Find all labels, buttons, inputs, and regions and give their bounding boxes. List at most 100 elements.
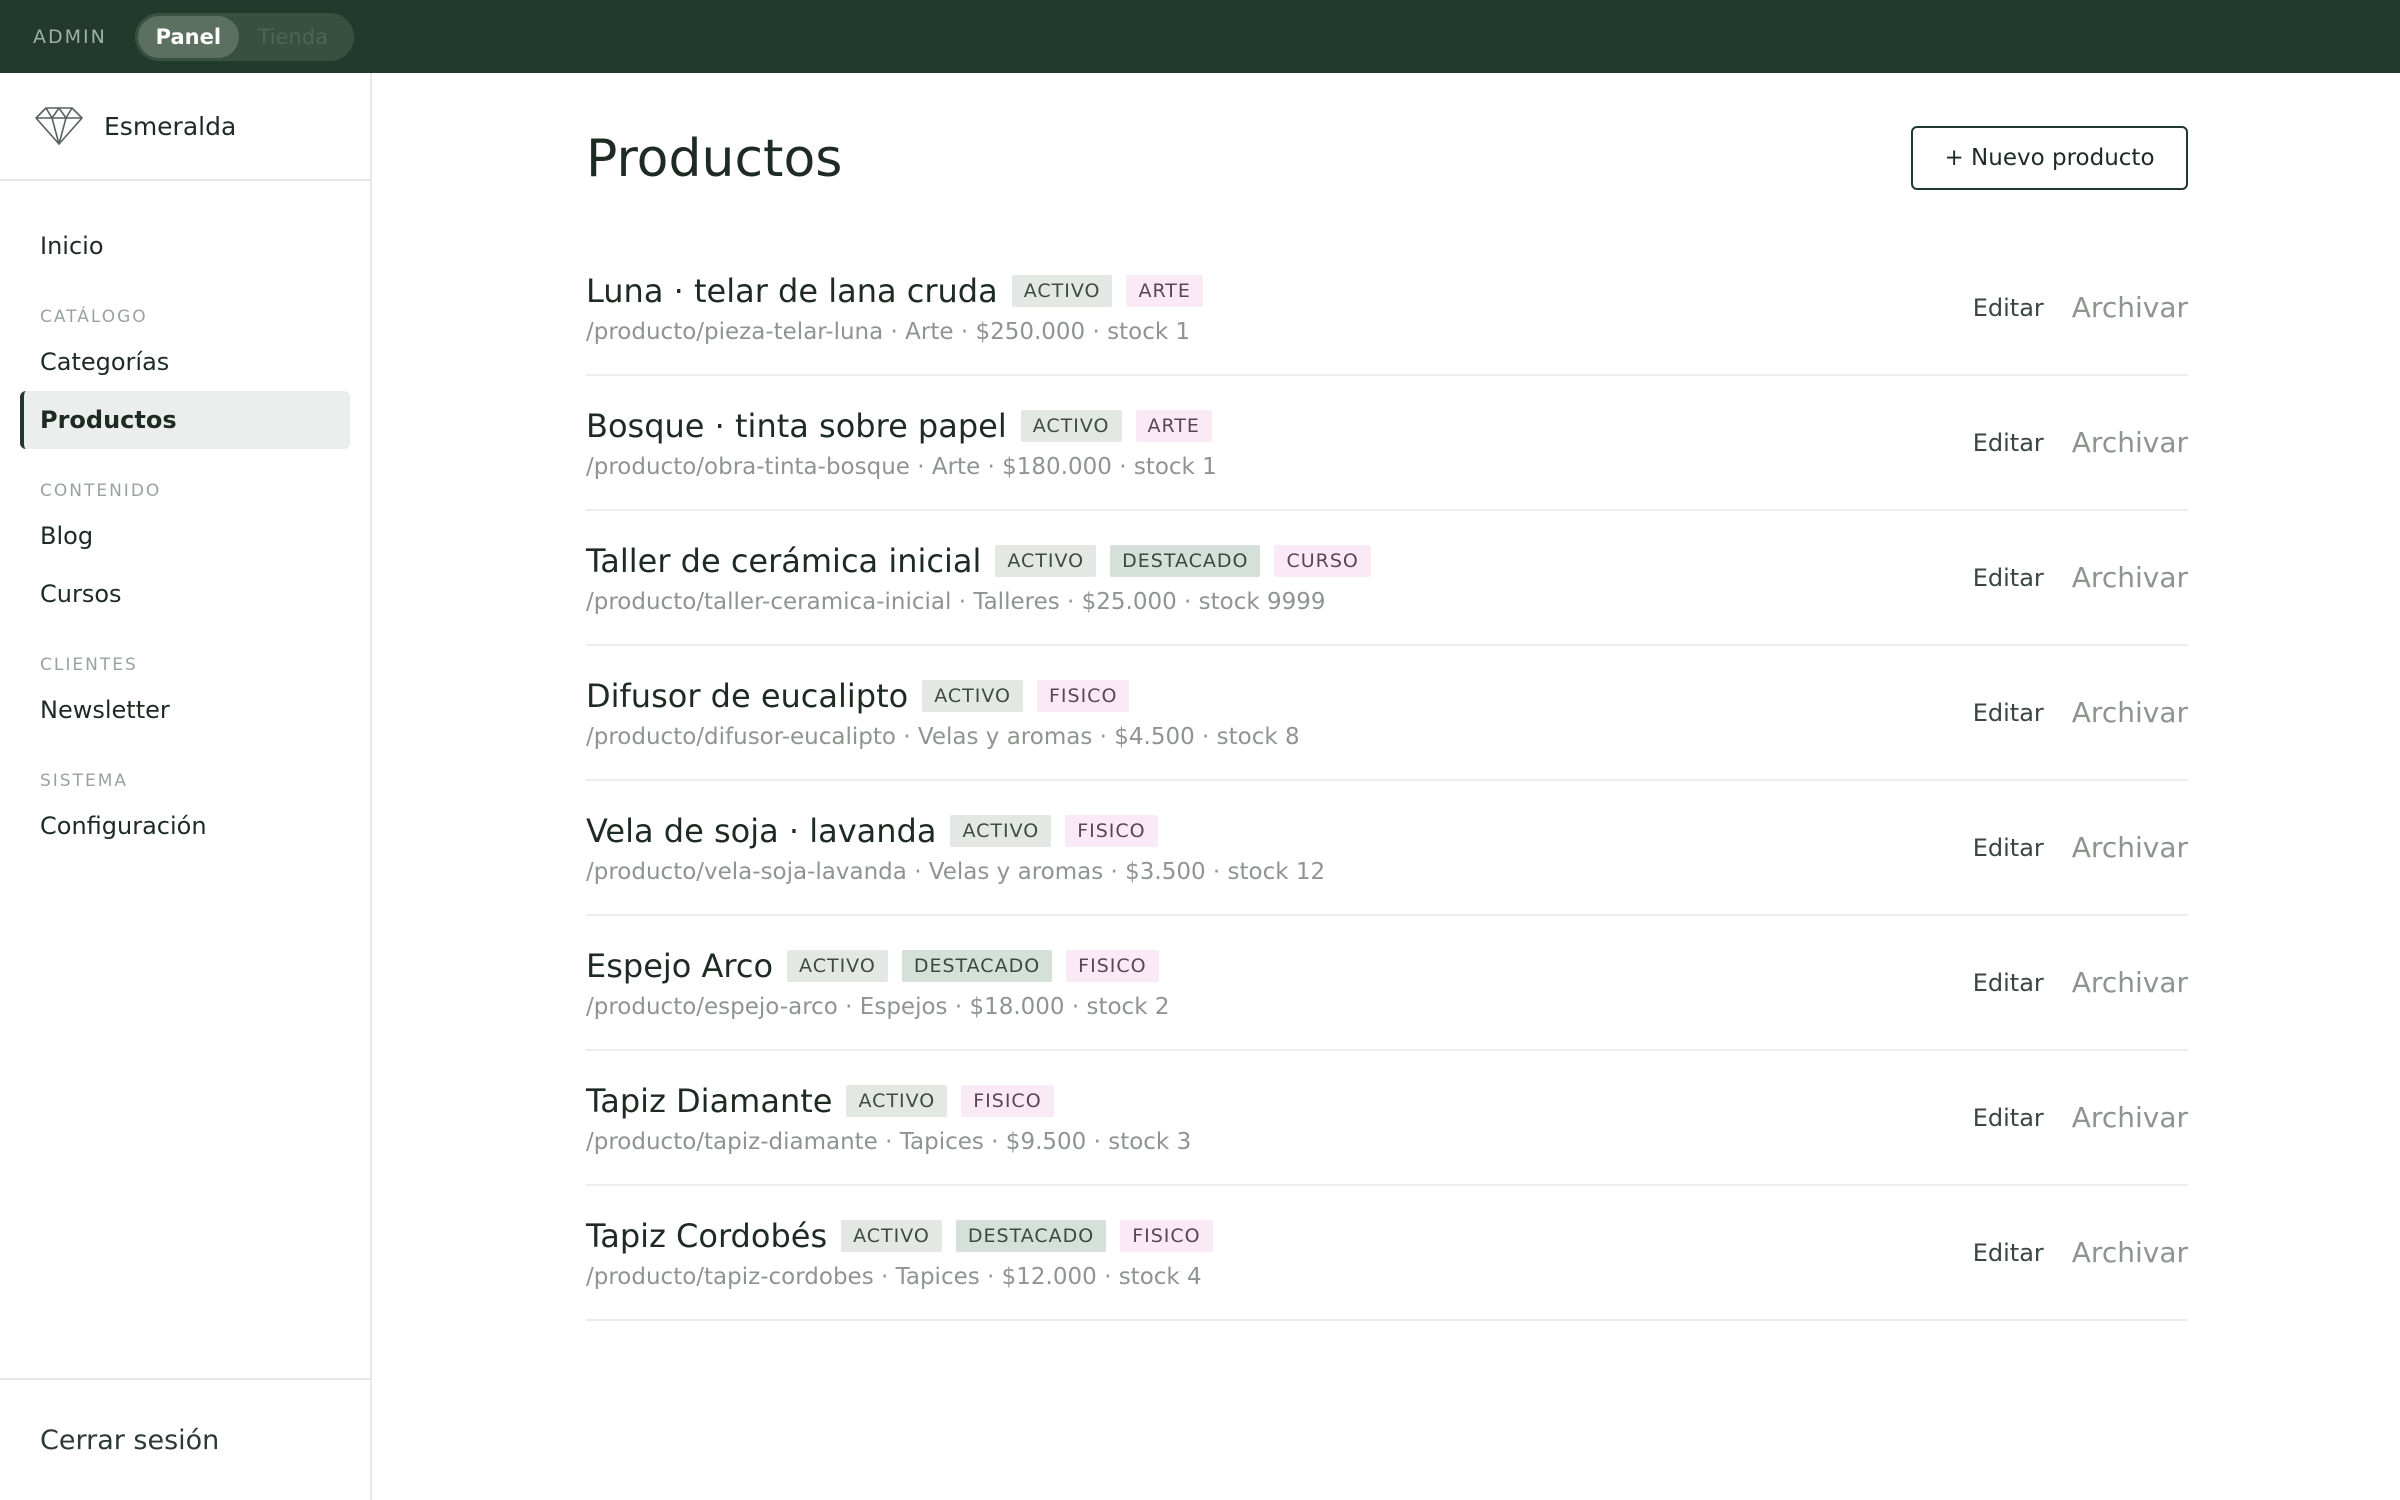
product-badges: ACTIVO DESTACADO FISICO <box>841 1219 1227 1252</box>
status-badge: ACTIVO <box>1011 274 1113 307</box>
product-header: Tapiz Cordobés ACTIVO DESTACADO FISICO <box>586 1216 1973 1256</box>
product-meta: /producto/difusor-eucalipto · Velas y ar… <box>586 723 1300 750</box>
product-meta: /producto/obra-tinta-bosque · Arte · $18… <box>586 453 1217 480</box>
edit-product-link[interactable]: Editar <box>1973 294 2044 322</box>
admin-label: ADMIN <box>33 25 107 48</box>
product-row: Taller de cerámica inicial ACTIVO DESTACAD… <box>586 511 2188 646</box>
sidebar-item-categories[interactable]: Categorías <box>20 333 350 391</box>
product-name[interactable]: Vela de soja · lavanda <box>586 812 936 850</box>
type-badge: ARTE <box>1135 409 1212 442</box>
product-name[interactable]: Tapiz Cordobés <box>586 1217 827 1255</box>
archive-product-link[interactable]: Archivar <box>2072 696 2188 729</box>
product-header: Tapiz Diamante ACTIVO FISICO <box>586 1081 1973 1121</box>
edit-product-link[interactable]: Editar <box>1973 1239 2044 1267</box>
product-header: Vela de soja · lavanda ACTIVO FISICO <box>586 811 1973 851</box>
featured-badge: DESTACADO <box>901 949 1053 982</box>
product-info: Tapiz Cordobés ACTIVO DESTACADO FISICO/prod… <box>586 1216 1973 1290</box>
archive-product-link[interactable]: Archivar <box>2072 966 2188 999</box>
product-badges: ACTIVO FISICO <box>922 679 1143 712</box>
type-badge: FISICO <box>1120 1219 1213 1252</box>
product-meta: /producto/taller-ceramica-inicial · Tall… <box>586 588 1326 615</box>
product-list: Luna · telar de lana cruda ACTIVO ARTE/pro… <box>586 241 2188 1321</box>
page-header: Productos + Nuevo producto <box>586 73 2188 241</box>
product-header: Bosque · tinta sobre papel ACTIVO ARTE <box>586 406 1973 446</box>
archive-product-link[interactable]: Archivar <box>2072 831 2188 864</box>
status-badge: ACTIVO <box>922 679 1023 712</box>
page-title: Productos <box>586 129 843 189</box>
archive-product-link[interactable]: Archivar <box>2072 291 2188 324</box>
edit-product-link[interactable]: Editar <box>1973 969 2044 997</box>
type-badge: CURSO <box>1274 544 1371 577</box>
archive-product-link[interactable]: Archivar <box>2072 1236 2188 1269</box>
sidebar-item-home[interactable]: Inicio <box>20 217 350 275</box>
product-actions: Editar Archivar <box>1973 696 2188 729</box>
type-badge: ARTE <box>1126 274 1203 307</box>
archive-product-link[interactable]: Archivar <box>2072 426 2188 459</box>
product-meta: /producto/espejo-arco · Espejos · $18.00… <box>586 993 1170 1020</box>
sidebar-section-content: CONTENIDO <box>40 481 162 501</box>
edit-product-link[interactable]: Editar <box>1973 1104 2044 1132</box>
product-name[interactable]: Difusor de eucalipto <box>586 677 908 715</box>
mode-panel-button[interactable]: Panel <box>137 15 239 58</box>
product-meta: /producto/tapiz-diamante · Tapices · $9.… <box>586 1128 1192 1155</box>
product-info: Luna · telar de lana cruda ACTIVO ARTE/pro… <box>586 271 1973 345</box>
product-info: Espejo Arco ACTIVO DESTACADO FISICO/product… <box>586 946 1973 1020</box>
status-badge: ACTIVO <box>841 1219 942 1252</box>
edit-product-link[interactable]: Editar <box>1973 699 2044 727</box>
product-actions: Editar Archivar <box>1973 561 2188 594</box>
main-content: Productos + Nuevo producto Luna · telar … <box>586 73 2188 1321</box>
product-name[interactable]: Bosque · tinta sobre papel <box>586 407 1007 445</box>
sidebar-item-blog[interactable]: Blog <box>20 507 350 565</box>
status-badge: ACTIVO <box>846 1084 948 1117</box>
type-badge: FISICO <box>1065 814 1158 847</box>
status-badge: ACTIVO <box>950 814 1052 847</box>
edit-product-link[interactable]: Editar <box>1973 834 2044 862</box>
product-name[interactable]: Espejo Arco <box>586 947 773 985</box>
product-actions: Editar Archivar <box>1973 966 2188 999</box>
status-badge: ACTIVO <box>1020 409 1122 442</box>
sidebar-item-settings[interactable]: Configuración <box>20 797 350 855</box>
top-bar: ADMIN Panel Tienda <box>0 0 2400 73</box>
product-meta: /producto/pieza-telar-luna · Arte · $250… <box>586 318 1191 345</box>
product-actions: Editar Archivar <box>1973 1236 2188 1269</box>
product-badges: ACTIVO DESTACADO CURSO <box>995 544 1385 577</box>
archive-product-link[interactable]: Archivar <box>2072 1101 2188 1134</box>
featured-badge: DESTACADO <box>1110 544 1261 577</box>
product-info: Tapiz Diamante ACTIVO FISICO/producto/tapi… <box>586 1081 1973 1155</box>
featured-badge: DESTACADO <box>955 1219 1107 1252</box>
archive-product-link[interactable]: Archivar <box>2072 561 2188 594</box>
sidebar: Esmeralda Inicio CATÁLOGO Categorías Pro… <box>0 73 372 1500</box>
product-badges: ACTIVO ARTE <box>1020 409 1226 442</box>
product-info: Bosque · tinta sobre papel ACTIVO ARTE/pro… <box>586 406 1973 480</box>
sidebar-item-newsletter[interactable]: Newsletter <box>20 681 350 739</box>
logout-button[interactable]: Cerrar sesión <box>0 1378 370 1500</box>
product-info: Difusor de eucalipto ACTIVO FISICO/product… <box>586 676 1973 750</box>
type-badge: FISICO <box>1036 679 1130 712</box>
product-header: Espejo Arco ACTIVO DESTACADO FISICO <box>586 946 1973 986</box>
product-actions: Editar Archivar <box>1973 831 2188 864</box>
status-badge: ACTIVO <box>995 544 1097 577</box>
product-row: Tapiz Cordobés ACTIVO DESTACADO FISICO/prod… <box>586 1186 2188 1321</box>
product-badges: ACTIVO FISICO <box>846 1084 1067 1117</box>
product-name[interactable]: Luna · telar de lana cruda <box>586 272 998 310</box>
edit-product-link[interactable]: Editar <box>1973 429 2044 457</box>
sidebar-item-products[interactable]: Productos <box>20 391 350 449</box>
product-badges: ACTIVO FISICO <box>950 814 1171 847</box>
product-name[interactable]: Taller de cerámica inicial <box>586 542 981 580</box>
product-row: Vela de soja · lavanda ACTIVO FISICO/produ… <box>586 781 2188 916</box>
mode-store-button[interactable]: Tienda <box>239 16 347 58</box>
sidebar-item-courses[interactable]: Cursos <box>20 565 350 623</box>
type-badge: FISICO <box>961 1084 1054 1117</box>
mode-toggle: Panel Tienda <box>134 12 354 61</box>
edit-product-link[interactable]: Editar <box>1973 564 2044 592</box>
sidebar-section-catalog: CATÁLOGO <box>40 307 148 327</box>
product-header: Taller de cerámica inicial ACTIVO DESTACAD… <box>586 541 1973 581</box>
product-actions: Editar Archivar <box>1973 291 2188 324</box>
product-info: Vela de soja · lavanda ACTIVO FISICO/produ… <box>586 811 1973 885</box>
new-product-button[interactable]: + Nuevo producto <box>1911 126 2188 190</box>
brand[interactable]: Esmeralda <box>0 73 370 181</box>
product-row: Luna · telar de lana cruda ACTIVO ARTE/pro… <box>586 241 2188 376</box>
product-info: Taller de cerámica inicial ACTIVO DESTACAD… <box>586 541 1973 615</box>
sidebar-section-system: SISTEMA <box>40 771 129 791</box>
product-name[interactable]: Tapiz Diamante <box>586 1082 832 1120</box>
